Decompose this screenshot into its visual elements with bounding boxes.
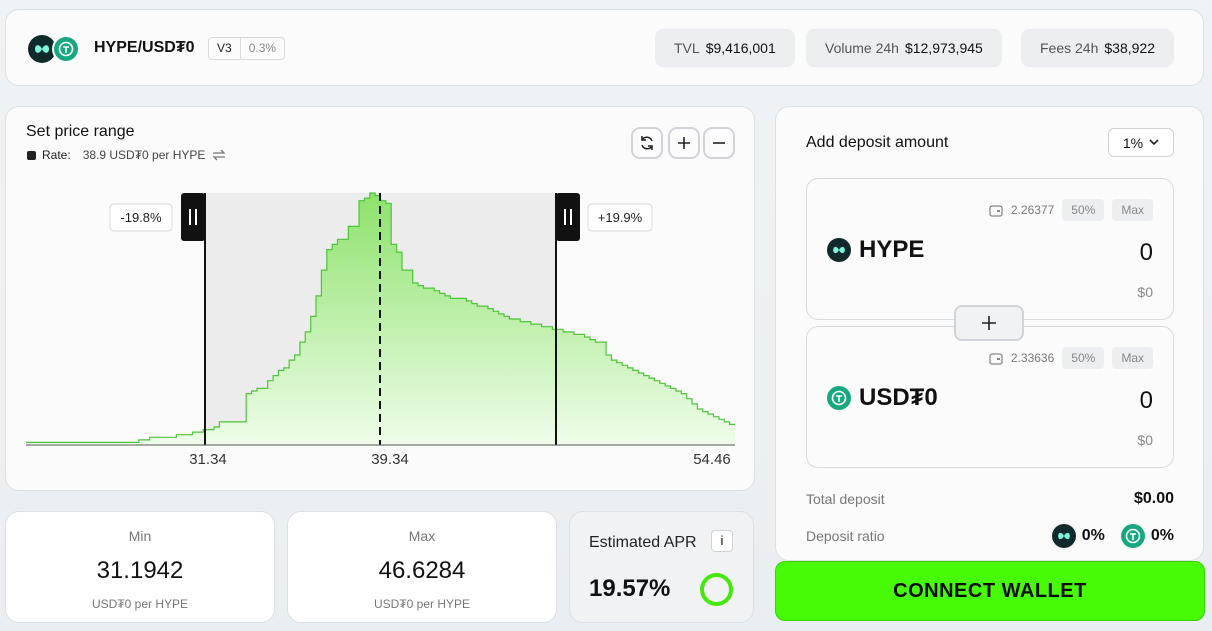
half-button[interactable]: 50% [1062,199,1105,221]
lower-pct-badge: -19.8% [109,203,173,232]
fee-tier-tag: 0.3% [248,41,277,55]
ratio-label: Deposit ratio [806,528,885,544]
pool-header: HYPE/USD₮0 V3 0.3% TVL $9,416,001 Volume… [5,9,1204,86]
slippage-dropdown[interactable]: 1% [1108,128,1174,157]
apr-label: Estimated APR [589,534,697,551]
plus-icon [982,316,996,330]
max-label: Max [408,528,436,544]
apr-info-button[interactable]: i [711,530,733,552]
ratio-values: 0% 0% [1051,524,1174,548]
upper-pct-badge: +19.9% [587,203,653,232]
apr-ring-icon [700,573,733,606]
price-range-card: Set price range Rate: 38.9 USD₮0 per HYP… [5,106,755,491]
usdt0-token-icon [52,35,80,63]
stat-label: Volume 24h [825,40,899,56]
deposit-card: Add deposit amount 1% 2.26377 50% Max HY… [775,106,1204,561]
min-value[interactable]: 31.1942 [6,557,274,585]
amount-usd: $0 [1137,432,1153,448]
stat-value: $12,973,945 [904,40,983,56]
version-tag: V3 [209,38,241,59]
slippage-value: 1% [1122,134,1144,151]
ratio-usd: 0% [1150,527,1174,544]
zoom-in-button[interactable] [668,127,700,159]
x-tick-label: 54.46 [693,451,731,468]
token-label: HYPE [859,236,925,263]
max-unit: USD₮0 per HYPE [373,597,471,611]
upper-handle[interactable] [556,193,580,241]
balance-row: 2.33636 50% Max [989,347,1153,369]
plus-icon [678,137,690,149]
range-title: Set price range [26,123,135,140]
usdt0-token-icon [1120,524,1145,548]
usdt0-input-box[interactable]: 2.33636 50% Max USD₮0 0 $0 [806,326,1174,468]
minus-icon [713,142,725,144]
half-button[interactable]: 50% [1062,347,1105,369]
total-deposit-row: Total deposit $0.00 [806,490,1174,508]
amount-input[interactable]: 0 [1140,239,1153,267]
pair-title: HYPE/USD₮0 [94,39,195,56]
min-unit: USD₮0 per HYPE [91,597,189,611]
max-price-card[interactable]: Max 46.6284 USD₮0 per HYPE [287,511,557,623]
token-name: HYPE [827,236,924,264]
swap-arrows-icon[interactable] [211,149,227,161]
stat-value: $9,416,001 [705,40,776,56]
hype-input-box[interactable]: 2.26377 50% Max HYPE 0 $0 [806,178,1174,320]
max-button[interactable]: Max [1112,347,1153,369]
hype-token-icon [1051,524,1076,548]
min-price-card[interactable]: Min 31.1942 USD₮0 per HYPE [5,511,275,623]
zoom-out-button[interactable] [703,127,735,159]
rate-value: 38.9 USD₮0 per HYPE [82,148,206,162]
balance-row: 2.26377 50% Max [989,199,1153,221]
chevron-down-icon [1149,139,1159,146]
lower-handle[interactable] [181,193,205,241]
lower-pct-text: -19.8% [120,210,162,225]
fees-stat: Fees 24h $38,922 [1021,29,1174,67]
ratio-hype: 0% [1081,527,1105,544]
pool-tags: V3 0.3% [208,37,286,60]
amount-input[interactable]: 0 [1140,387,1153,415]
total-value: $0.00 [1133,490,1174,507]
stat-label: TVL [674,40,700,56]
max-button[interactable]: Max [1112,199,1153,221]
token-name: USD₮0 [827,384,938,412]
rate-line: Rate: 38.9 USD₮0 per HYPE [27,148,227,162]
max-value[interactable]: 46.6284 [288,557,556,585]
upper-pct-text: +19.9% [598,210,643,225]
apr-card: Estimated APR i 19.57% [569,511,754,623]
rate-label: Rate: [42,148,71,162]
rate-dot-icon [27,150,36,160]
add-token-button[interactable] [954,305,1024,341]
balance-value: 2.33636 [1010,351,1055,365]
apr-value: 19.57% [589,575,671,602]
x-tick-label: 31.34 [189,451,227,468]
token-label: USD₮0 [859,384,938,411]
total-label: Total deposit [806,491,885,507]
deposit-ratio-row: Deposit ratio 0% 0% [806,524,1174,548]
amount-usd: $0 [1137,284,1153,300]
pair-icons [28,35,84,63]
balance-value: 2.26377 [1010,203,1055,217]
usdt0-token-icon [827,386,851,410]
wallet-icon [989,352,1003,365]
min-label: Min [128,528,152,544]
connect-wallet-button[interactable]: CONNECT WALLET [775,561,1205,621]
refresh-icon [641,136,653,150]
stat-value: $38,922 [1104,40,1155,56]
liquidity-chart[interactable]: -19.8% +19.9% 31.34 39.34 54.46 [6,187,756,477]
x-tick-label: 39.34 [371,451,409,468]
stat-label: Fees 24h [1040,40,1099,56]
deposit-title: Add deposit amount [806,134,949,151]
hype-token-icon [827,238,851,262]
wallet-icon [989,204,1003,217]
reset-range-button[interactable] [631,127,663,159]
tvl-stat: TVL $9,416,001 [655,29,795,67]
volume-stat: Volume 24h $12,973,945 [806,29,1002,67]
